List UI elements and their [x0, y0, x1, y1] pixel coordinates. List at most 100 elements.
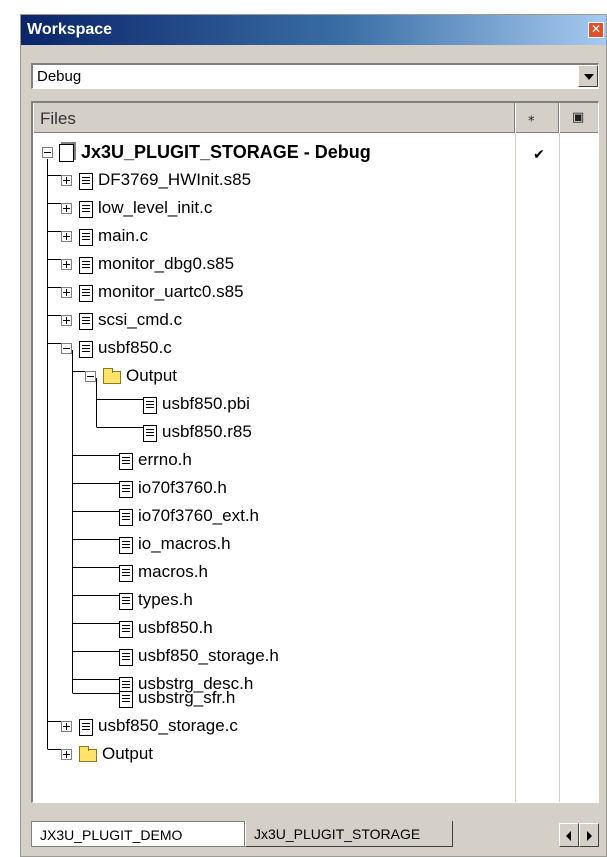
tab-jx3u-plugit-demo[interactable]: JX3U_PLUGIT_DEMO	[31, 821, 245, 847]
file-icon	[143, 425, 157, 442]
tree-item[interactable]: usbf850.c	[33, 335, 513, 363]
tree-item-label: errno.h	[138, 450, 192, 469]
tree-item-label: types.h	[138, 590, 193, 609]
tree-item-label: DF3769_HWInit.s85	[98, 170, 252, 189]
tree-item-label: usbf850.c	[98, 338, 172, 357]
options-column-header[interactable]: ▣	[559, 103, 598, 133]
folder-icon	[79, 746, 97, 762]
project-icon	[59, 144, 74, 162]
tree-item[interactable]: errno.h	[33, 447, 513, 475]
expand-icon[interactable]	[61, 203, 72, 214]
tree-item-label: usbf850_storage.h	[138, 646, 279, 665]
tree-item-label: usbf850.h	[138, 618, 213, 637]
configuration-value: Debug	[37, 68, 82, 85]
expand-icon[interactable]	[61, 721, 72, 732]
file-icon	[79, 341, 93, 358]
workspace-window: Workspace ✕ Debug Files ⁎ ▣ Jx3U_PLUGIT_…	[20, 14, 607, 857]
file-icon	[143, 397, 157, 414]
tree-item[interactable]: usbf850.r85	[33, 419, 513, 447]
expand-icon[interactable]	[61, 287, 72, 298]
tree-item-label: io70f3760_ext.h	[138, 506, 259, 525]
tree-item-label: usbf850_storage.c	[98, 716, 238, 735]
expand-icon[interactable]	[61, 231, 72, 242]
title-bar[interactable]: Workspace ✕	[21, 15, 606, 45]
tab-scroll-buttons	[559, 823, 599, 847]
make-status-column-header[interactable]: ⁎	[515, 103, 559, 133]
file-icon	[79, 229, 93, 246]
tree-item[interactable]: usbf850_storage.c	[33, 713, 513, 741]
tree-item[interactable]: usbf850.h	[33, 615, 513, 643]
tree-item-label: usbstrg_sfr.h	[138, 688, 236, 707]
collapse-icon[interactable]	[61, 343, 72, 354]
tree-item-label: main.c	[98, 226, 149, 245]
folder-icon	[103, 368, 121, 384]
tree-item-label: usbf850.r85	[162, 422, 252, 441]
file-icon	[79, 313, 93, 330]
tree-item-label: Output	[126, 366, 178, 385]
tree-item[interactable]: main.c	[33, 223, 513, 251]
dropdown-button[interactable]	[578, 65, 598, 87]
collapse-icon[interactable]	[85, 371, 96, 382]
tree-item-label: io_macros.h	[138, 534, 231, 553]
file-icon	[119, 593, 133, 610]
configuration-dropdown[interactable]: Debug	[31, 63, 599, 89]
tree-item[interactable]: DF3769_HWInit.s85	[33, 167, 513, 195]
checkmark-icon: ✔	[533, 147, 545, 163]
column-separator	[559, 133, 560, 802]
project-root-row[interactable]: Jx3U_PLUGIT_STORAGE - Debug ✔	[33, 139, 545, 167]
file-icon	[79, 285, 93, 302]
tree-item[interactable]: Output	[33, 741, 513, 769]
tree-item[interactable]: usbf850.pbi	[33, 391, 513, 419]
tree-item[interactable]: usbstrg_sfr.h	[33, 685, 513, 713]
scroll-right-button[interactable]	[579, 823, 599, 847]
arrow-left-icon	[566, 831, 571, 841]
tree-item[interactable]: monitor_uartc0.s85	[33, 279, 513, 307]
tree-item[interactable]: types.h	[33, 587, 513, 615]
file-icon	[119, 621, 133, 638]
tree-item-label: io70f3760.h	[138, 478, 227, 497]
chevron-down-icon	[584, 74, 594, 80]
tree-item-label: low_level_init.c	[98, 198, 213, 217]
tree-item-label: monitor_dbg0.s85	[98, 254, 235, 273]
tree-item-label: usbf850.pbi	[162, 394, 250, 413]
file-icon	[119, 565, 133, 582]
expand-icon[interactable]	[61, 749, 72, 760]
files-tree-panel[interactable]: Files ⁎ ▣ Jx3U_PLUGIT_STORAGE - Debug ✔ …	[31, 101, 599, 803]
tab-jx3u-plugit-storage[interactable]: Jx3U_PLUGIT_STORAGE	[245, 821, 453, 847]
file-icon	[119, 537, 133, 554]
tree-item-label: Output	[102, 744, 154, 763]
tree-item[interactable]: low_level_init.c	[33, 195, 513, 223]
file-icon	[79, 173, 93, 190]
file-icon	[79, 201, 93, 218]
make-status-icon: ⁎	[528, 110, 535, 125]
tree-item[interactable]: monitor_dbg0.s85	[33, 251, 513, 279]
tree-item[interactable]: Output	[33, 363, 513, 391]
expand-icon[interactable]	[61, 175, 72, 186]
tree-item-label: scsi_cmd.c	[98, 310, 183, 329]
close-icon[interactable]: ✕	[588, 22, 604, 38]
tree-item[interactable]: usbf850_storage.h	[33, 643, 513, 671]
file-icon	[119, 481, 133, 498]
tree-item[interactable]: scsi_cmd.c	[33, 307, 513, 335]
tree-item[interactable]: io70f3760_ext.h	[33, 503, 513, 531]
window-title: Workspace	[27, 21, 113, 38]
file-icon	[119, 509, 133, 526]
expand-icon[interactable]	[61, 259, 72, 270]
scroll-left-button[interactable]	[559, 823, 579, 847]
expand-icon[interactable]	[61, 315, 72, 326]
file-icon	[119, 649, 133, 666]
tree-item-label: monitor_uartc0.s85	[98, 282, 244, 301]
collapse-icon[interactable]	[42, 147, 53, 158]
file-icon	[79, 719, 93, 736]
column-separator	[515, 133, 516, 802]
tree-item[interactable]: macros.h	[33, 559, 513, 587]
tree-item-label: macros.h	[138, 562, 208, 581]
project-label: Jx3U_PLUGIT_STORAGE - Debug	[81, 142, 371, 162]
tree-item[interactable]: io_macros.h	[33, 531, 513, 559]
arrow-right-icon	[587, 831, 592, 841]
file-icon	[119, 691, 133, 708]
workspace-tabs: JX3U_PLUGIT_DEMO Jx3U_PLUGIT_STORAGE	[31, 819, 599, 853]
file-icon	[119, 453, 133, 470]
tree-item[interactable]: io70f3760.h	[33, 475, 513, 503]
file-icon	[79, 257, 93, 274]
